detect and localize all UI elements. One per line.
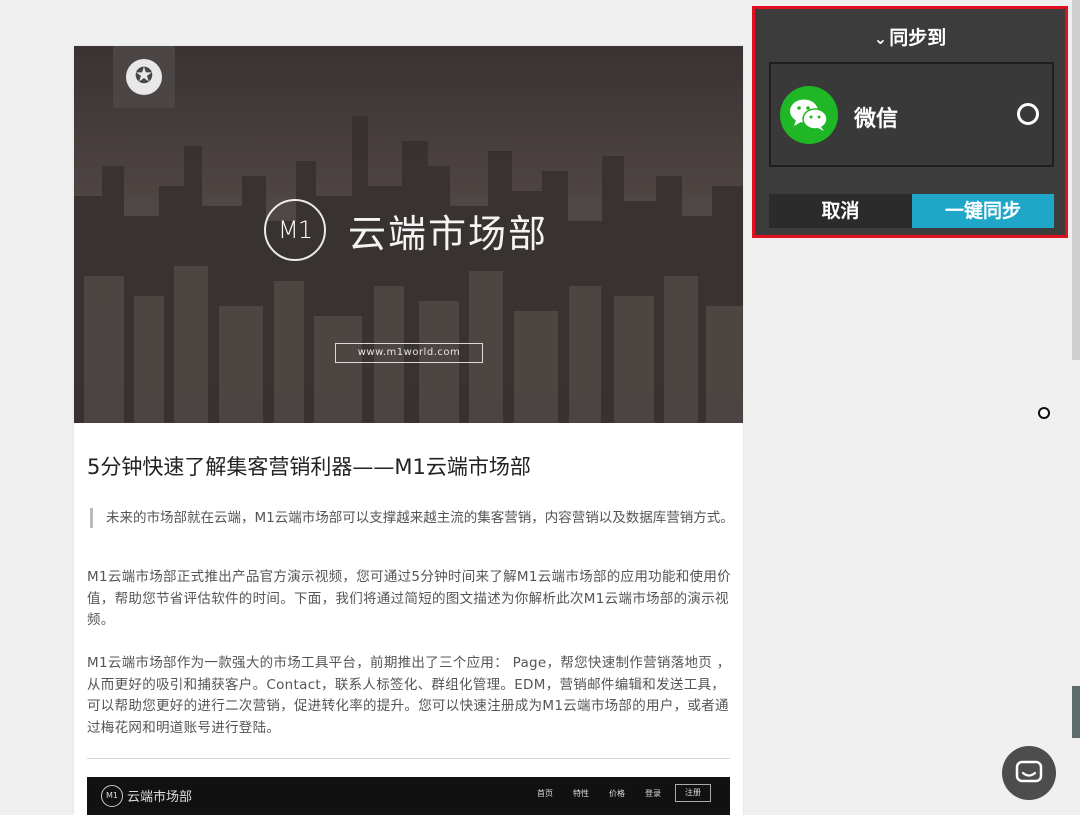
wechat-icon bbox=[780, 86, 838, 144]
sync-panel: ⌄ 同步到 微信 取消 一键同步 bbox=[752, 6, 1068, 238]
article-quote: 未来的市场部就在云端，M1云端市场部可以支撑越来越主流的集客营销，内容营销以及数… bbox=[90, 508, 743, 528]
screenshot-nav-item: 特性 bbox=[573, 789, 589, 798]
embedded-screenshot: M1 云端市场部 首页 特性 价格 登录 注册 bbox=[87, 777, 730, 815]
hero-url: www.m1world.com bbox=[335, 343, 483, 363]
sync-header[interactable]: ⌄ 同步到 bbox=[755, 23, 1065, 50]
hero-brand: M1 云端市场部 bbox=[264, 199, 548, 261]
screenshot-brand: 云端市场部 bbox=[127, 790, 193, 805]
wechat-label: 微信 bbox=[854, 107, 899, 132]
article-paragraph-1: M1云端市场部正式推出产品官方演示视频，您可通过5分钟时间来了解M1云端市场部的… bbox=[87, 569, 731, 628]
chat-button[interactable] bbox=[1002, 746, 1056, 800]
chat-bubble-icon bbox=[1015, 760, 1043, 783]
cursor-circle-icon bbox=[1038, 407, 1050, 419]
scrollbar[interactable] bbox=[1072, 0, 1080, 360]
one-click-sync-button[interactable]: 一键同步 bbox=[912, 194, 1054, 228]
site-logo[interactable]: ✪ bbox=[113, 46, 175, 108]
star-logo-icon: ✪ bbox=[126, 59, 162, 95]
sync-header-label: 同步到 bbox=[889, 27, 947, 49]
screenshot-logo: M1 bbox=[101, 785, 123, 807]
article-card: ✪ M1 云端市场部 www.m1world.com 5分钟快速了解集客营销利器… bbox=[74, 46, 743, 815]
wechat-option[interactable]: 微信 bbox=[769, 62, 1054, 167]
hero-banner: ✪ M1 云端市场部 www.m1world.com bbox=[74, 46, 743, 423]
divider bbox=[87, 758, 730, 759]
hero-brand-name: 云端市场部 bbox=[348, 211, 549, 256]
chevron-down-icon: ⌄ bbox=[873, 29, 888, 48]
m1-logo: M1 bbox=[264, 199, 326, 261]
screenshot-register: 注册 bbox=[675, 784, 711, 802]
article-title: 5分钟快速了解集客营销利器——M1云端市场部 bbox=[87, 455, 531, 479]
scrollbar-marker bbox=[1072, 686, 1080, 738]
screenshot-nav-item: 首页 bbox=[537, 789, 553, 798]
wechat-radio[interactable] bbox=[1017, 103, 1039, 125]
screenshot-nav-item: 价格 bbox=[609, 789, 625, 798]
screenshot-nav-item: 登录 bbox=[645, 789, 661, 798]
cancel-button[interactable]: 取消 bbox=[769, 194, 912, 228]
screenshot-nav: 首页 特性 价格 登录 bbox=[537, 788, 661, 799]
article-paragraph-2: M1云端市场部作为一款强大的市场工具平台，前期推出了三个应用： Page，帮您快… bbox=[87, 655, 731, 736]
